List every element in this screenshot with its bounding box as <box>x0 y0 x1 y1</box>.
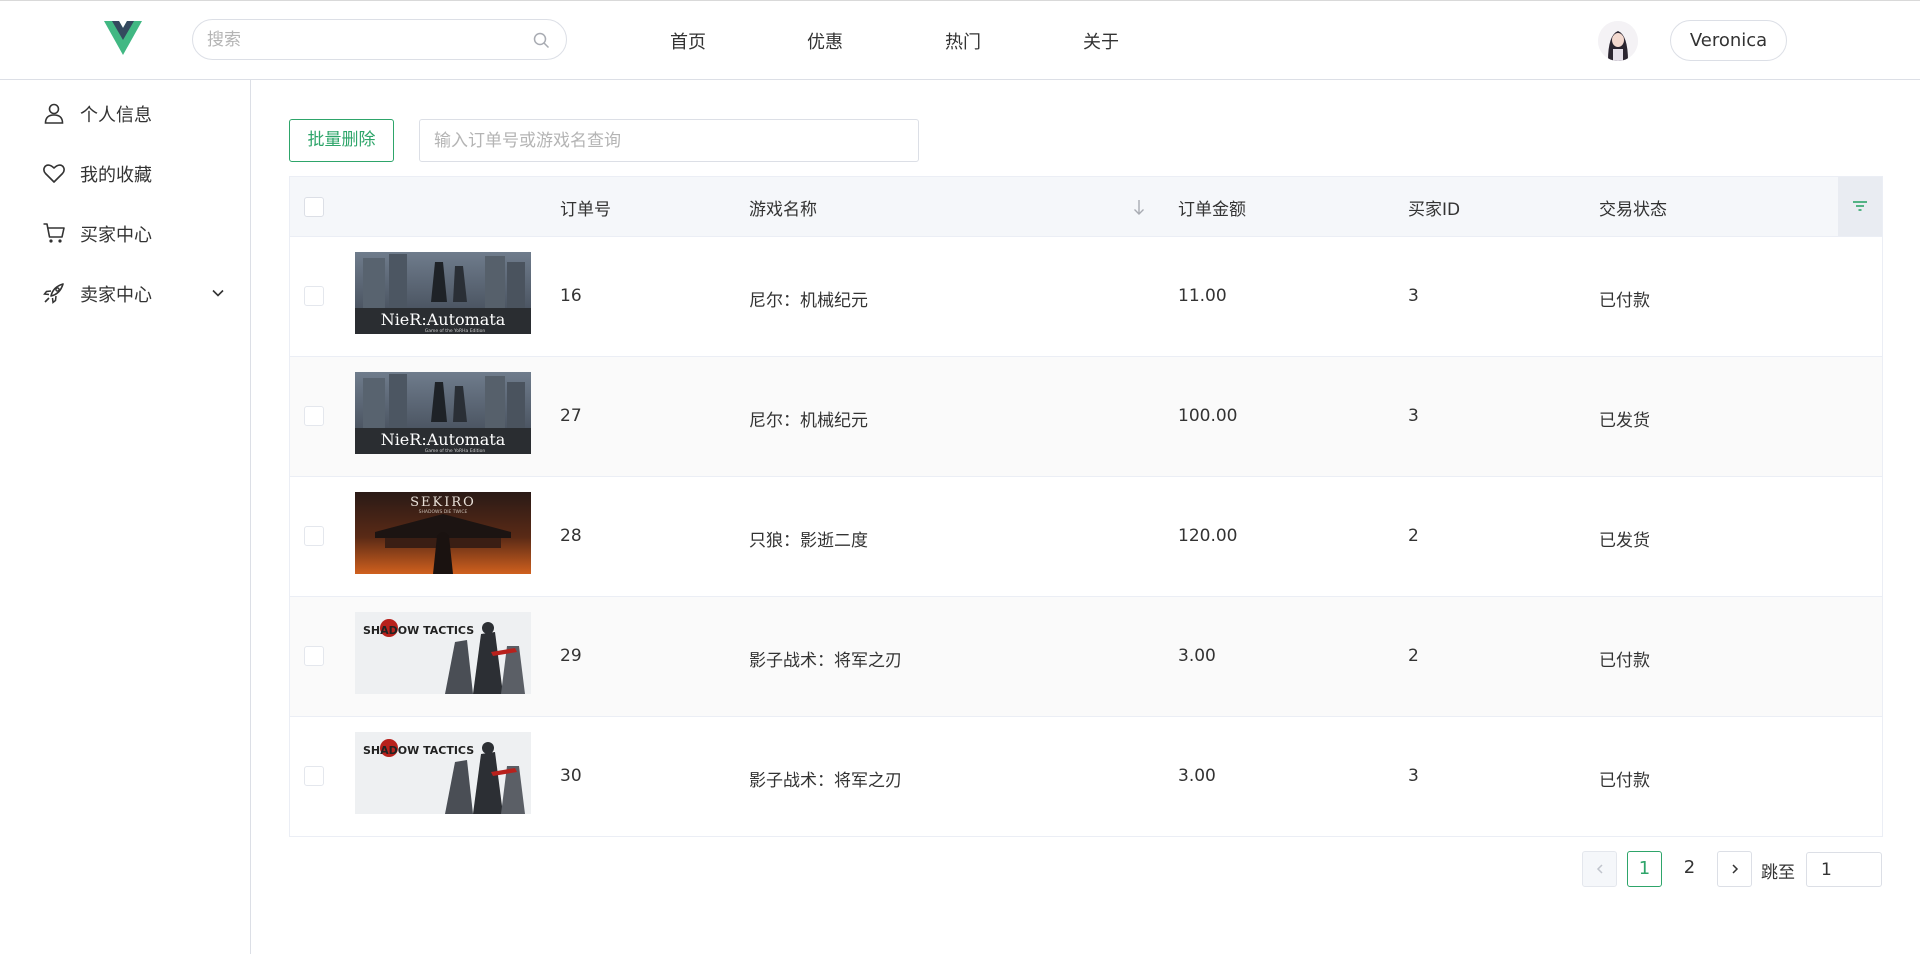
column-header-buyer-id: 买家ID <box>1408 200 1461 220</box>
cell-buyer-id: 3 <box>1408 766 1419 786</box>
row-checkbox[interactable] <box>304 646 324 666</box>
cover-title: SEKIRO <box>410 495 476 510</box>
column-header-order-no: 订单号 <box>560 200 611 220</box>
heart-icon <box>43 164 65 183</box>
column-filter-button[interactable] <box>1838 177 1882 236</box>
jump-to-box <box>1806 852 1882 887</box>
user-icon <box>44 103 64 124</box>
cell-order-no: 16 <box>560 286 582 306</box>
row-checkbox[interactable] <box>304 286 324 306</box>
nav-deals[interactable]: 优惠 <box>807 28 843 54</box>
game-cover-image: SEKIRO SHADOWS DIE TWICE <box>355 492 531 574</box>
table-header: 订单号 游戏名称 订单金额 买家ID 交易状态 <box>290 177 1882 237</box>
cell-buyer-id: 2 <box>1408 646 1419 666</box>
nav-home[interactable]: 首页 <box>670 28 706 54</box>
table-row: SEKIRO SHADOWS DIE TWICE 28 只狼：影逝二度 120.… <box>290 477 1882 597</box>
batch-delete-button[interactable]: 批量删除 <box>289 119 394 162</box>
sidebar: 个人信息 我的收藏 买家中心 卖家中心 <box>0 80 251 954</box>
row-checkbox[interactable] <box>304 766 324 786</box>
cover-subtitle: Game of the YoRHa Edition <box>425 328 486 334</box>
cell-amount: 100.00 <box>1178 406 1238 426</box>
sidebar-item-label: 卖家中心 <box>80 285 152 306</box>
sidebar-item-seller-center[interactable]: 卖家中心 <box>0 271 250 315</box>
row-checkbox[interactable] <box>304 406 324 426</box>
chevron-down-icon[interactable] <box>210 285 226 301</box>
cell-game-name: 只狼：影逝二度 <box>749 531 868 551</box>
table-row: SHADOW TACTICS 30 影子战术：将军之刃 3.00 3 已付款 <box>290 717 1882 837</box>
rocket-icon <box>43 283 64 304</box>
cell-order-no: 27 <box>560 406 582 426</box>
cell-buyer-id: 3 <box>1408 286 1419 306</box>
cell-order-no: 29 <box>560 646 582 666</box>
chevron-right-icon <box>1731 864 1738 874</box>
site-search-box <box>192 19 567 60</box>
page-button-2[interactable]: 2 <box>1672 851 1707 887</box>
cell-status: 已付款 <box>1599 771 1650 791</box>
sidebar-item-label: 个人信息 <box>80 105 152 126</box>
cell-order-no: 30 <box>560 766 582 786</box>
sidebar-item-favorites[interactable]: 我的收藏 <box>0 151 250 195</box>
page-button-1[interactable]: 1 <box>1627 851 1662 887</box>
chevron-left-icon <box>1596 864 1603 874</box>
cell-game-name: 尼尔：机械纪元 <box>749 291 868 311</box>
column-header-amount: 订单金额 <box>1178 200 1246 220</box>
nav-about[interactable]: 关于 <box>1083 28 1119 54</box>
top-header: 首页 优惠 热门 关于 Veronica <box>0 0 1920 80</box>
game-cover-image: SHADOW TACTICS <box>355 732 531 814</box>
column-header-game-name[interactable]: 游戏名称 <box>749 195 817 220</box>
sidebar-item-label: 买家中心 <box>80 225 152 246</box>
cart-icon <box>43 223 65 243</box>
avatar-image <box>1598 21 1638 61</box>
cell-game-name: 影子战术：将军之刃 <box>749 771 902 791</box>
search-icon[interactable] <box>533 32 550 49</box>
cell-amount: 3.00 <box>1178 646 1216 666</box>
row-checkbox[interactable] <box>304 526 324 546</box>
select-all-checkbox[interactable] <box>304 197 324 217</box>
cover-title: NieR:Automata <box>381 430 506 449</box>
cover-subtitle: SHADOWS DIE TWICE <box>419 509 468 515</box>
filter-icon <box>1853 201 1867 211</box>
table-row: NieR:Automata Game of the YoRHa Edition … <box>290 237 1882 357</box>
vue-logo-icon[interactable] <box>104 21 142 55</box>
jump-to-label: 跳至 <box>1761 863 1795 883</box>
cover-title: SHADOW TACTICS <box>363 744 474 757</box>
cell-amount: 3.00 <box>1178 766 1216 786</box>
cell-order-no: 28 <box>560 526 582 546</box>
jump-to-input[interactable] <box>1821 859 1871 881</box>
game-cover-image: NieR:Automata Game of the YoRHa Edition <box>355 372 531 454</box>
sort-arrow-down-icon[interactable] <box>1130 197 1148 217</box>
cell-buyer-id: 2 <box>1408 526 1419 546</box>
order-search-input[interactable] <box>434 129 904 153</box>
orders-table: 订单号 游戏名称 订单金额 买家ID 交易状态 NieR:Automata Ga… <box>289 176 1883 837</box>
cover-title: SHADOW TACTICS <box>363 624 474 637</box>
cell-game-name: 尼尔：机械纪元 <box>749 411 868 431</box>
cell-status: 已付款 <box>1599 651 1650 671</box>
game-cover-image: SHADOW TACTICS <box>355 612 531 694</box>
prev-page-button[interactable] <box>1582 851 1617 887</box>
cell-status: 已付款 <box>1599 291 1650 311</box>
cover-subtitle: Game of the YoRHa Edition <box>425 448 486 454</box>
order-search-box <box>419 119 919 162</box>
cell-buyer-id: 3 <box>1408 406 1419 426</box>
sidebar-item-profile[interactable]: 个人信息 <box>0 91 250 135</box>
sidebar-item-buyer-center[interactable]: 买家中心 <box>0 211 250 255</box>
nav-hot[interactable]: 热门 <box>945 28 981 54</box>
cell-status: 已发货 <box>1599 411 1650 431</box>
table-row: NieR:Automata Game of the YoRHa Edition … <box>290 357 1882 477</box>
avatar[interactable] <box>1598 21 1638 61</box>
cell-game-name: 影子战术：将军之刃 <box>749 651 902 671</box>
site-search-input[interactable] <box>207 28 517 52</box>
sidebar-item-label: 我的收藏 <box>80 165 152 186</box>
column-header-status: 交易状态 <box>1599 200 1667 220</box>
cell-status: 已发货 <box>1599 531 1650 551</box>
cover-title: NieR:Automata <box>381 310 506 329</box>
game-cover-image: NieR:Automata Game of the YoRHa Edition <box>355 252 531 334</box>
next-page-button[interactable] <box>1717 851 1752 887</box>
table-row: SHADOW TACTICS 29 影子战术：将军之刃 3.00 2 已付款 <box>290 597 1882 717</box>
user-menu-button[interactable]: Veronica <box>1670 20 1787 61</box>
cell-amount: 120.00 <box>1178 526 1238 546</box>
cell-amount: 11.00 <box>1178 286 1227 306</box>
